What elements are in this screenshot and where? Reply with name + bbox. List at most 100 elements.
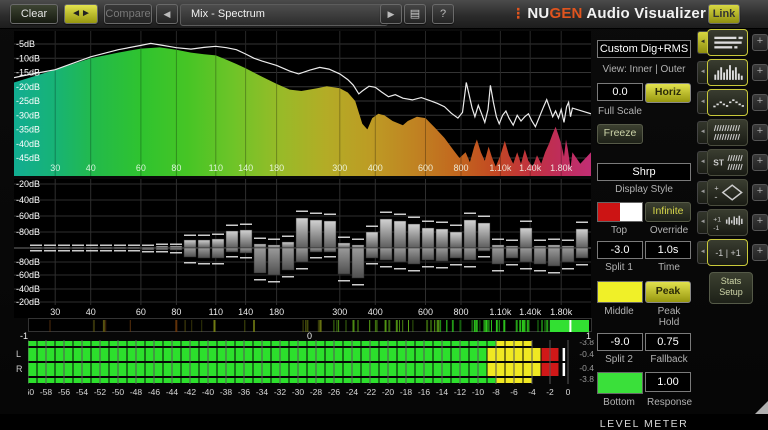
spectrum-inner-area: [14, 47, 591, 177]
spectrum-bars-module-button[interactable]: [707, 59, 748, 86]
split2-input[interactable]: -9.0: [597, 333, 643, 351]
view-toggle[interactable]: View: Inner | Outer: [594, 64, 694, 75]
meter-scale-label: -30: [292, 387, 305, 397]
freq-tick-label: 80: [171, 307, 181, 317]
horiz-button[interactable]: Horiz: [645, 83, 691, 103]
response-label: Response: [647, 397, 693, 408]
clear-button[interactable]: Clear: [10, 4, 58, 24]
level-meter-display: -3.8-0.4-0.4-3.8-60-58-56-54-52-50-48-46…: [22, 337, 648, 400]
top-color-swatch[interactable]: [597, 202, 643, 222]
split1-label: Split 1: [605, 262, 633, 273]
collapse-tab[interactable]: ◄: [697, 211, 708, 234]
brand-logo: ⋮ NUGEN Audio Visualizer: [511, 5, 706, 22]
preset-list-button[interactable]: ▤: [404, 4, 426, 24]
stereo-spectrogram-module-button[interactable]: ST: [707, 149, 748, 176]
freq-tick-label: 1.80k: [550, 307, 573, 317]
display-style-select[interactable]: Shrp: [597, 163, 691, 181]
meter-scale-label: -50: [112, 387, 125, 397]
preset-next-button[interactable]: ▶: [380, 4, 402, 24]
preset-selector[interactable]: Mix - Spectrum: [180, 4, 388, 26]
collapse-tab[interactable]: ◄: [697, 241, 708, 264]
full-scale-input[interactable]: 0.0: [597, 83, 643, 101]
add-vectorscope-button[interactable]: +: [751, 184, 768, 201]
spectrogram-module-button[interactable]: [707, 119, 748, 146]
collapse-tab[interactable]: ◄: [697, 151, 708, 174]
split1-input[interactable]: -3.0: [597, 241, 643, 259]
collapse-tab[interactable]: ◄: [697, 91, 708, 114]
add-correlation-history-button[interactable]: +: [751, 214, 768, 231]
meter-scale-label: 0: [566, 387, 571, 397]
meter-scale-label: -16: [418, 387, 431, 397]
meter-scale-label: -12: [454, 387, 467, 397]
freq-tick-label: 80: [171, 163, 181, 173]
peak-hold-button[interactable]: Peak: [645, 281, 691, 303]
meter-readout: -3.8: [579, 374, 594, 384]
collapse-tab[interactable]: ◄: [697, 121, 708, 144]
freq-tick-label: 800: [453, 163, 468, 173]
add-spectrum-line-button[interactable]: +: [751, 94, 768, 111]
collapse-tab[interactable]: ◄: [697, 181, 708, 204]
collapse-tab[interactable]: ◄: [697, 61, 708, 84]
top-toolbar: Clear ◄► Compare ◀ Mix - Spectrum ▶ ▤ ? …: [0, 0, 768, 29]
db-tick-label: -30dB: [16, 110, 40, 120]
meter-ticks: [27, 340, 569, 384]
middle-color-swatch[interactable]: [597, 281, 643, 303]
spectrum-line-module-button[interactable]: [707, 89, 748, 116]
module-row-spectrogram: ◄ +: [697, 119, 768, 146]
time-input[interactable]: 1.0s: [645, 241, 691, 259]
time-label: Time: [658, 262, 680, 273]
help-button[interactable]: ?: [432, 4, 454, 24]
freq-tick-label: 30: [50, 163, 60, 173]
spectrum-bars-icon: [713, 65, 743, 80]
spectrum-analyzer-display: -5dB -10dB -15dB -20dB -25dB -30dB -35dB -40dB -…: [13, 31, 592, 177]
override-label: Override: [649, 225, 689, 236]
correlation-meter-module-button[interactable]: -1 | +1: [707, 239, 748, 266]
add-spectrogram-button[interactable]: +: [751, 124, 768, 141]
add-spectrum-bars-button[interactable]: +: [751, 64, 768, 81]
correlation-meter-icon: -1 | +1: [715, 248, 740, 258]
module-row-spectrum-line: ◄ +: [697, 89, 768, 116]
mirrored-spectrum-display: -20dB -40dB -60dB -80dB -80dB -60dB -40dB -20dB…: [14, 179, 591, 318]
level-meter-module-button[interactable]: [707, 29, 748, 56]
top-color-left: [598, 203, 620, 221]
spectrogram-icon: [713, 125, 740, 140]
freq-tick-label: 1.10k: [489, 163, 512, 173]
stats-setup-button[interactable]: Stats Setup: [709, 272, 753, 304]
ab-swap-button[interactable]: ◄►: [64, 4, 98, 24]
preset-prev-button[interactable]: ◀: [156, 4, 178, 24]
bottom-color-swatch[interactable]: [597, 372, 643, 394]
meter-scale-label: -40: [202, 387, 215, 397]
override-button[interactable]: Infinite: [645, 202, 691, 222]
resize-grip[interactable]: [755, 401, 768, 414]
db-tick-label: -40dB: [16, 284, 40, 294]
add-level-meter-button[interactable]: +: [751, 34, 768, 51]
add-correlation-meter-button[interactable]: +: [751, 244, 768, 261]
add-stereo-spectrogram-button[interactable]: +: [751, 154, 768, 171]
module-row-stereo-spectrogram: ◄ ST +: [697, 149, 768, 176]
db-tick-label: -40dB: [16, 139, 40, 149]
correlation-min-label: -1: [20, 331, 29, 341]
logo-rest: Audio Visualizer: [582, 5, 706, 22]
link-button[interactable]: Link: [708, 4, 740, 24]
response-input[interactable]: 1.00: [645, 372, 691, 392]
db-tick-label: -80dB: [16, 257, 40, 267]
meter-scale-label: -8: [492, 387, 500, 397]
db-tick-label: -20dB: [16, 82, 40, 92]
module-row-correlation-meter: ◄ -1 | +1 +: [697, 239, 768, 266]
meter-scale-label: -46: [148, 387, 161, 397]
peak-hold-marker: [562, 348, 566, 361]
meter-scale-label: -22: [364, 387, 377, 397]
meter-scale-label: -56: [58, 387, 71, 397]
compare-button[interactable]: Compare: [104, 4, 152, 24]
vectorscope-module-button[interactable]: + -: [707, 179, 748, 206]
correlation-history-module-button[interactable]: +1 -1: [707, 209, 748, 236]
meter-scale-label: -58: [40, 387, 53, 397]
freq-tick-label: 1.40k: [519, 307, 542, 317]
freeze-button[interactable]: Freeze: [597, 124, 643, 144]
freq-tick-label: 1.80k: [550, 163, 573, 173]
svg-text:-1 | +1: -1 | +1: [715, 248, 740, 258]
meter-mode-select[interactable]: Custom Dig+RMS: [597, 40, 691, 58]
fallback-input[interactable]: 0.75: [645, 333, 691, 351]
collapse-tab[interactable]: ◄: [697, 31, 708, 54]
freq-tick-label: 40: [86, 163, 96, 173]
